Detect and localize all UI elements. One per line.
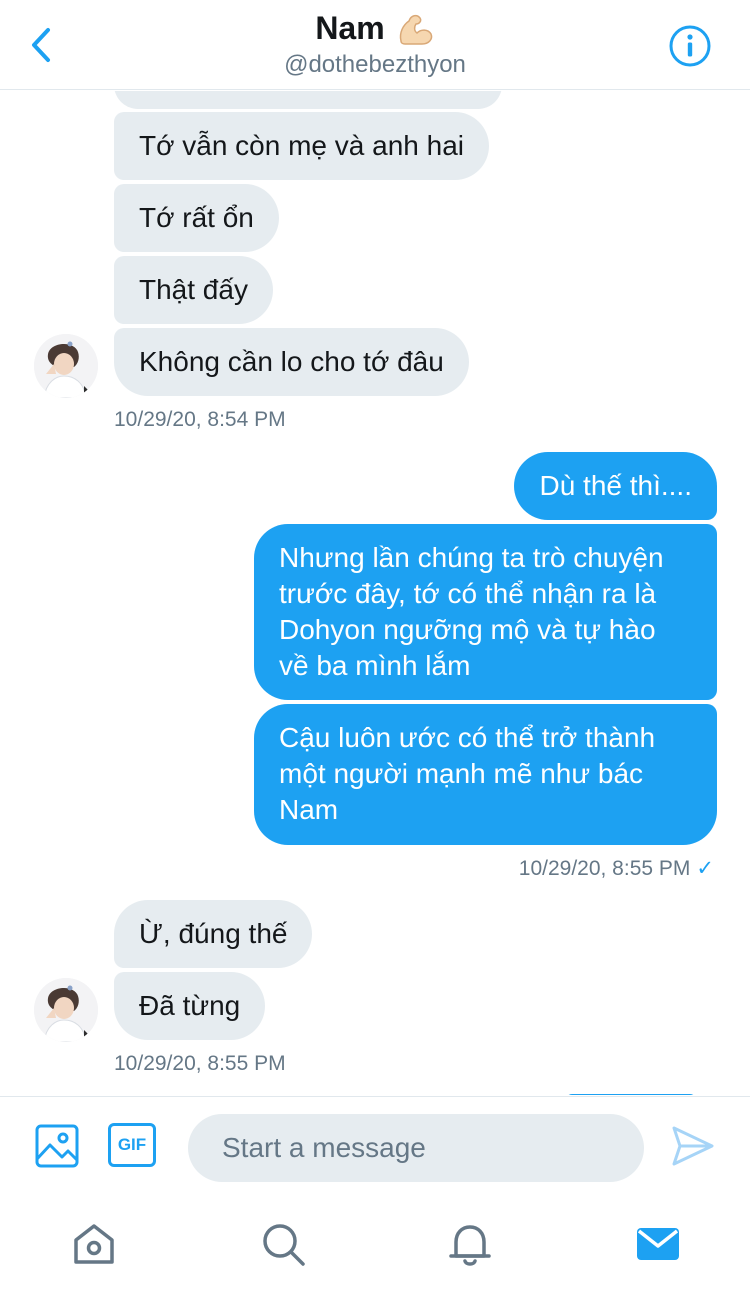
avatar[interactable]: [34, 334, 98, 398]
message-thread[interactable]: Tớ vẫn còn mẹ và anh hai Tớ rất ổn Thật …: [0, 91, 750, 1095]
message-bubble-outgoing: Cậu luôn ước có thể trở thành một người …: [254, 704, 717, 845]
message-bubble-incoming: [114, 91, 502, 109]
gif-button[interactable]: GIF: [108, 1123, 156, 1167]
message-timestamp: 10/29/20, 8:54 PM: [114, 408, 286, 431]
avatar[interactable]: [34, 978, 98, 1042]
message-composer: GIF: [0, 1096, 750, 1200]
mail-icon[interactable]: [634, 1220, 682, 1268]
message-timestamp: 10/29/20, 8:55 PM ✓: [518, 857, 714, 880]
conversation-header: Nam @dothebezthyon: [0, 0, 750, 90]
message-bubble-incoming: Thật đấy: [114, 256, 273, 324]
avatar-photo-icon: [34, 334, 98, 398]
message-bubble-outgoing: Dù thế thì....: [514, 452, 717, 520]
message-bubble-outgoing: Nhưng lần chúng ta trò chuyện trước đây,…: [254, 524, 717, 700]
message-bubble-incoming: Không cần lo cho tớ đâu: [114, 328, 469, 396]
flexed-biceps-emoji-icon: [399, 14, 432, 45]
bottom-tab-bar: [0, 1200, 750, 1295]
read-check-icon: ✓: [696, 857, 714, 880]
send-icon[interactable]: [670, 1123, 716, 1169]
message-bubble-incoming: Tớ vẫn còn mẹ và anh hai: [114, 112, 489, 180]
message-bubble-incoming: Ừ, đúng thế: [114, 900, 313, 968]
avatar-photo-icon: [34, 978, 98, 1042]
contact-handle: @dothebezthyon: [284, 51, 466, 78]
conversation-title: Nam: [315, 10, 434, 47]
message-input[interactable]: [188, 1114, 644, 1182]
contact-name: Nam: [315, 10, 385, 46]
message-bubble-outgoing-partial: [566, 1094, 696, 1095]
message-timestamp: 10/29/20, 8:55 PM: [114, 1052, 286, 1075]
message-bubble-incoming: Đã từng: [114, 972, 266, 1040]
image-icon[interactable]: [34, 1123, 80, 1169]
title-block[interactable]: Nam @dothebezthyon: [0, 10, 750, 79]
search-icon[interactable]: [259, 1220, 307, 1268]
info-icon[interactable]: [668, 24, 712, 68]
bell-icon[interactable]: [446, 1220, 494, 1268]
home-icon[interactable]: [70, 1220, 118, 1268]
message-bubble-incoming: Tớ rất ổn: [114, 184, 279, 252]
